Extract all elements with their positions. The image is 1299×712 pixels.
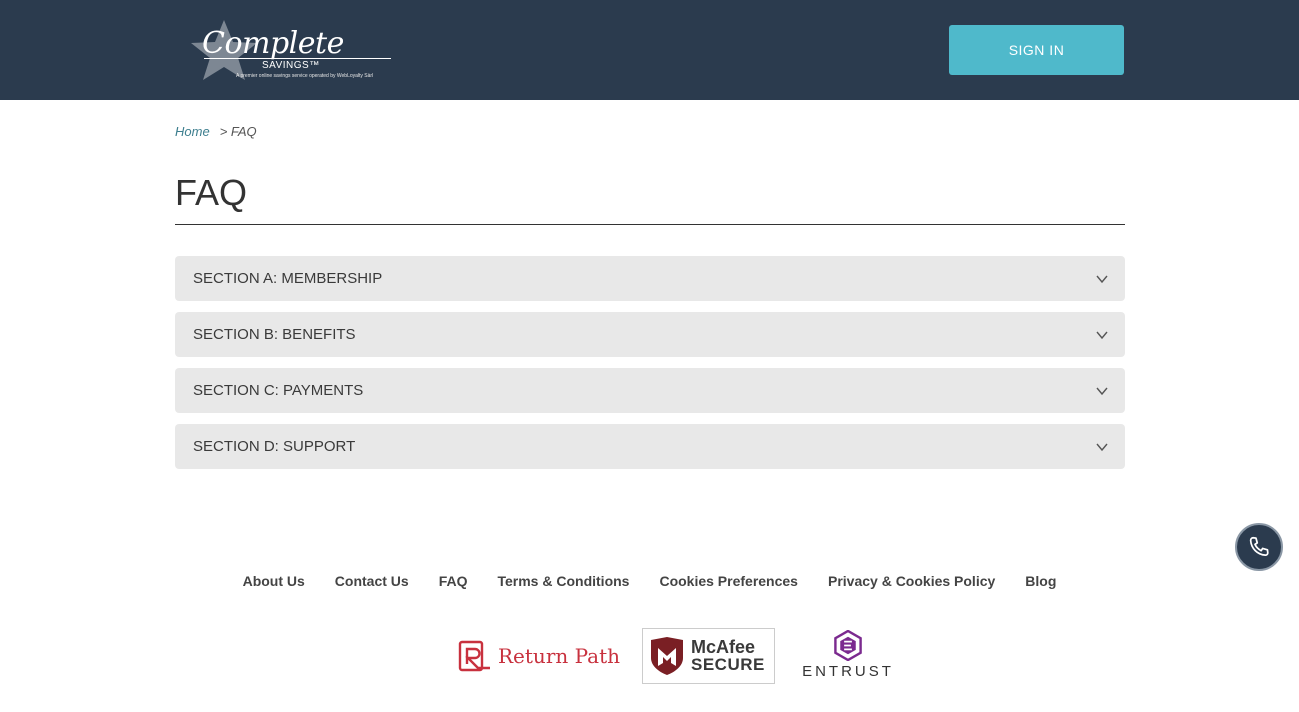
secure-text: SECURE (691, 655, 765, 674)
footer-link-privacy-policy[interactable]: Privacy & Cookies Policy (828, 573, 995, 589)
return-path-icon (458, 640, 490, 672)
entrust-badge: ENTRUST (797, 630, 899, 680)
breadcrumb-current: > FAQ (219, 124, 257, 139)
site-header: Complete SAVINGS™ A premier online savin… (0, 0, 1299, 100)
footer-link-terms[interactable]: Terms & Conditions (497, 573, 629, 589)
entrust-cube-icon (834, 630, 862, 661)
chevron-down-icon (1096, 387, 1108, 395)
footer-links: About Us Contact Us FAQ Terms & Conditio… (0, 573, 1299, 589)
logo-savings-text: SAVINGS™ (262, 60, 320, 71)
logo-tagline: A premier online savings service operate… (236, 73, 374, 79)
return-path-text: Return Path (498, 644, 621, 668)
accordion-section-label: SECTION A: MEMBERSHIP (193, 270, 383, 287)
breadcrumb-home-link[interactable]: Home (175, 124, 210, 139)
footer-link-contact-us[interactable]: Contact Us (335, 573, 409, 589)
call-button[interactable] (1235, 523, 1283, 571)
title-divider (175, 224, 1125, 225)
mcafee-secure-badge: McAfee SECURE (642, 628, 775, 684)
chevron-down-icon (1096, 443, 1108, 451)
page-title: FAQ (175, 172, 248, 213)
logo-underline (204, 58, 391, 59)
mcafee-text: McAfee (691, 637, 756, 657)
accordion-section-support[interactable]: SECTION D: SUPPORT (175, 424, 1125, 469)
footer-link-about-us[interactable]: About Us (243, 573, 305, 589)
chevron-down-icon (1096, 331, 1108, 339)
accordion-section-membership[interactable]: SECTION A: MEMBERSHIP (175, 256, 1125, 301)
accordion-section-label: SECTION B: BENEFITS (193, 326, 356, 343)
logo-script-text: Complete (202, 26, 344, 61)
return-path-badge: Return Path (458, 638, 620, 674)
accordion-section-payments[interactable]: SECTION C: PAYMENTS (175, 368, 1125, 413)
phone-icon (1249, 536, 1269, 556)
footer-link-cookies-preferences[interactable]: Cookies Preferences (659, 573, 798, 589)
accordion-section-label: SECTION D: SUPPORT (193, 438, 356, 455)
trust-badges: Return Path McAfee SECURE ENTRUST (0, 628, 1299, 684)
entrust-text: ENTRUST (802, 663, 894, 680)
accordion-section-benefits[interactable]: SECTION B: BENEFITS (175, 312, 1125, 357)
breadcrumb: Home > FAQ (175, 124, 257, 139)
footer-link-faq[interactable]: FAQ (439, 573, 468, 589)
mcafee-shield-icon (651, 637, 683, 675)
faq-accordion: SECTION A: MEMBERSHIP SECTION B: BENEFIT… (175, 256, 1125, 480)
sign-in-button[interactable]: SIGN IN (949, 25, 1124, 75)
complete-savings-logo[interactable]: Complete SAVINGS™ A premier online savin… (190, 18, 395, 82)
chevron-down-icon (1096, 275, 1108, 283)
accordion-section-label: SECTION C: PAYMENTS (193, 382, 364, 399)
footer-link-blog[interactable]: Blog (1025, 573, 1056, 589)
